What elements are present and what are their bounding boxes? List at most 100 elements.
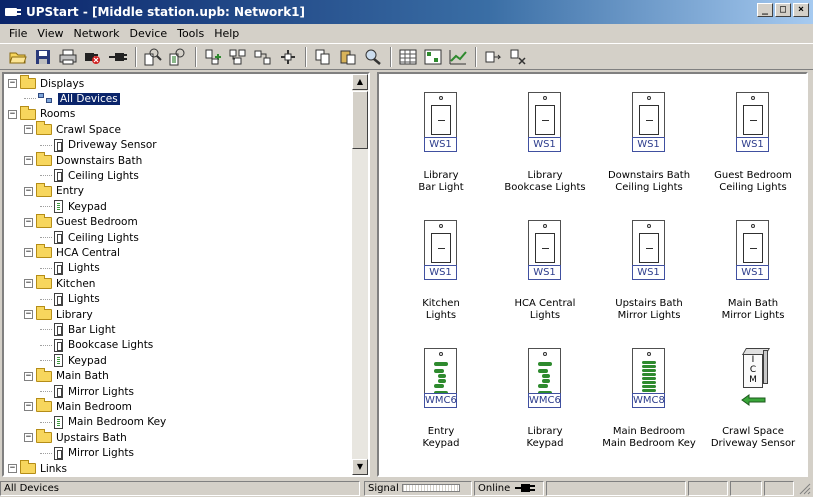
scroll-down-button[interactable]: ▼ <box>352 459 368 475</box>
online-label: Online <box>478 483 511 494</box>
tree-item[interactable]: − Library <box>24 306 93 322</box>
app-plug-icon <box>4 4 22 20</box>
minimize-button[interactable]: _ <box>757 3 773 17</box>
copy-icon[interactable] <box>311 46 334 68</box>
tree-item[interactable]: Mirror Lights <box>40 446 134 461</box>
tree-item[interactable]: − HCA Central <box>24 244 120 260</box>
open-folder-icon[interactable] <box>6 46 29 68</box>
resize-grip-icon[interactable] <box>799 483 811 495</box>
device-tile[interactable]: WS1 Upstairs Bath Mirror Lights <box>599 216 699 346</box>
tree-scrollbar[interactable]: ▲ ▼ <box>352 74 368 475</box>
device-tile[interactable]: WS1 Kitchen Lights <box>391 216 491 346</box>
menu-help[interactable]: Help <box>209 27 244 40</box>
switch-device-icon <box>54 138 63 152</box>
switch-device-icon <box>54 169 63 183</box>
model-tag: WS1 <box>632 137 665 152</box>
menu-tools[interactable]: Tools <box>172 27 209 40</box>
tree-item[interactable]: − Displays <box>8 75 84 91</box>
tree-item[interactable]: − Upstairs Bath <box>24 429 127 445</box>
tree-item[interactable]: Bar Light <box>40 322 116 337</box>
tree-item[interactable]: Mirror Lights <box>40 384 134 399</box>
connect-icon[interactable] <box>106 46 129 68</box>
tree-item[interactable]: − Main Bath <box>24 367 109 384</box>
add-room-icon[interactable] <box>251 46 274 68</box>
tree-connector <box>24 98 36 100</box>
device-tile[interactable]: WS1 Library Bookcase Lights <box>495 88 595 218</box>
tree-expander[interactable]: − <box>8 109 17 119</box>
tree-item[interactable]: Main Bedroom Key <box>40 415 166 430</box>
device-tile[interactable]: WMC6 Entry Keypad <box>391 344 491 474</box>
tree-expander[interactable]: − <box>24 310 33 319</box>
folder-icon <box>36 182 52 197</box>
menu-file[interactable]: File <box>4 27 32 40</box>
device-tile[interactable]: WMC8 Main Bedroom Main Bedroom Key <box>599 344 699 474</box>
device-tile[interactable]: ICM Crawl Space Driveway Sensor <box>703 344 803 474</box>
tree-expander[interactable]: − <box>24 217 33 227</box>
tree-expander[interactable]: − <box>24 279 33 289</box>
tree-item[interactable]: − Links <box>8 460 67 475</box>
tree-item[interactable]: All Devices <box>24 91 120 106</box>
maximize-button[interactable]: □ <box>775 3 791 17</box>
tree-item[interactable]: − Rooms <box>8 105 76 122</box>
tree-expander[interactable]: − <box>24 433 33 443</box>
tree-expander[interactable]: − <box>24 248 33 258</box>
device-properties-icon[interactable] <box>141 46 164 68</box>
tree-item[interactable]: − Crawl Space <box>24 121 121 137</box>
tree-expander[interactable]: − <box>24 186 33 196</box>
device-label: Upstairs Bath Mirror Lights <box>599 298 699 322</box>
graph-icon[interactable] <box>446 46 469 68</box>
tree-item[interactable]: − Entry <box>24 182 84 199</box>
device-grid[interactable]: WS1 Library Bar Light WS1 Library Bookcase Li… <box>377 72 808 477</box>
add-link-icon[interactable] <box>226 46 249 68</box>
device-tile[interactable]: WS1 Guest Bedroom Ceiling Lights <box>703 88 803 218</box>
tree-expander[interactable]: − <box>24 402 33 412</box>
export-icon[interactable] <box>481 46 504 68</box>
title-bar[interactable]: UPStart - [Middle station.upb: Network1]… <box>0 0 813 24</box>
link-properties-icon[interactable] <box>166 46 189 68</box>
tree-item-label: Rooms <box>40 108 76 121</box>
details-view-icon[interactable] <box>421 46 444 68</box>
tree-expander[interactable]: − <box>24 371 33 381</box>
device-tile[interactable]: WS1 Library Bar Light <box>391 88 491 218</box>
tree-item[interactable]: Keypad <box>40 199 107 214</box>
tree-expander[interactable]: − <box>24 156 33 165</box>
tree-item[interactable]: Driveway Sensor <box>40 138 157 153</box>
menu-view[interactable]: View <box>32 27 68 40</box>
tree-item[interactable]: − Downstairs Bath <box>24 152 142 168</box>
tree-expander[interactable]: − <box>24 125 33 135</box>
close-button[interactable]: × <box>793 3 809 17</box>
find-icon[interactable] <box>361 46 384 68</box>
disconnect-icon[interactable] <box>81 46 104 68</box>
device-label-line1: Entry <box>427 426 455 437</box>
tree-item[interactable]: − Guest Bedroom <box>24 213 138 230</box>
device-tile[interactable]: WS1 HCA Central Lights <box>495 216 595 346</box>
scroll-thumb[interactable] <box>352 91 368 149</box>
tree-item[interactable]: − Kitchen <box>24 275 95 291</box>
device-tile[interactable]: WS1 Downstairs Bath Ceiling Lights <box>599 88 699 218</box>
tree-expander[interactable]: − <box>8 464 17 473</box>
grid-view-icon[interactable] <box>396 46 419 68</box>
toolbar <box>0 43 813 70</box>
menu-device[interactable]: Device <box>124 27 172 40</box>
move-device-icon[interactable] <box>276 46 299 68</box>
tree-item[interactable]: − Main Bedroom <box>24 398 132 414</box>
delete-icon[interactable] <box>506 46 529 68</box>
tree-item[interactable]: Ceiling Lights <box>40 168 139 183</box>
device-tree[interactable]: − Displays All Devices − Rooms − Crawl Space Dr… <box>2 72 370 477</box>
print-icon[interactable] <box>56 46 79 68</box>
tree-item[interactable]: Ceiling Lights <box>40 230 139 245</box>
menu-network[interactable]: Network <box>69 27 125 40</box>
paste-icon[interactable] <box>336 46 359 68</box>
tree-item[interactable]: Lights <box>40 261 100 276</box>
save-icon[interactable] <box>31 46 54 68</box>
tree-item[interactable]: Keypad <box>40 353 107 368</box>
tree-expander[interactable]: − <box>8 79 17 88</box>
device-tile[interactable]: WS1 Main Bath Mirror Lights <box>703 216 803 346</box>
device-tile[interactable]: WMC6 Library Keypad <box>495 344 595 474</box>
tree-item[interactable]: Bookcase Lights <box>40 338 153 353</box>
tree-item[interactable]: Conversation 1 <box>24 476 137 477</box>
keypad-device-icon <box>54 354 63 368</box>
add-device-icon[interactable] <box>201 46 224 68</box>
tree-item[interactable]: Lights <box>40 292 100 307</box>
scroll-up-button[interactable]: ▲ <box>352 74 368 90</box>
